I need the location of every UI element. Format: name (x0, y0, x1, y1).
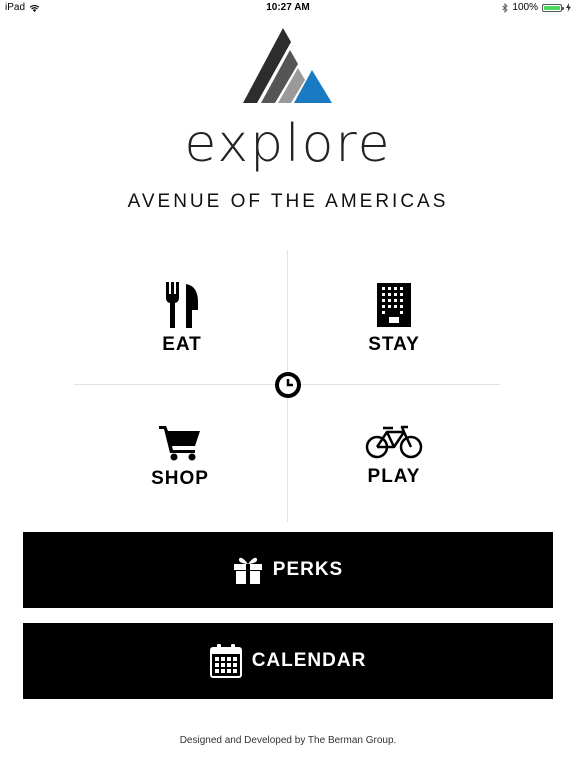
perks-label: PERKS (272, 559, 344, 580)
bluetooth-icon (502, 2, 509, 13)
category-eat[interactable]: EAT (112, 282, 252, 356)
app-subtitle: AVENUE OF THE AMERICAS (127, 191, 449, 212)
status-bar: iPad 10:27 AM 100% (0, 0, 576, 16)
bicycle-icon (365, 425, 423, 459)
category-label-shop: SHOP (151, 468, 209, 489)
app-wordmark: explore (184, 114, 392, 174)
category-play[interactable]: PLAY (324, 424, 464, 488)
category-label-eat: EAT (162, 334, 202, 355)
status-time: 10:27 AM (266, 2, 310, 13)
battery-fill (544, 5, 560, 10)
footer-credit: Designed and Developed by The Berman Gro… (179, 735, 397, 746)
building-icon (377, 283, 411, 327)
logo-mark (243, 28, 332, 103)
calendar-button[interactable]: CALENDAR (23, 623, 553, 699)
battery-percent: 100% (512, 2, 538, 13)
category-shop[interactable]: SHOP (110, 424, 250, 490)
fork-knife-icon (166, 282, 198, 328)
battery-tip (562, 6, 564, 10)
calendar-label: CALENDAR (251, 650, 367, 671)
status-right: 100% (502, 2, 571, 13)
calendar-icon (209, 644, 242, 678)
category-label-stay: STAY (368, 334, 420, 355)
gift-icon (233, 557, 262, 584)
charging-bolt-icon (566, 3, 571, 12)
category-label-play: PLAY (367, 466, 421, 487)
perks-button[interactable]: PERKS (23, 532, 553, 608)
category-stay[interactable]: STAY (324, 282, 464, 356)
shopping-cart-icon (159, 426, 200, 461)
battery-icon (542, 3, 564, 12)
clock-icon[interactable] (274, 371, 302, 399)
